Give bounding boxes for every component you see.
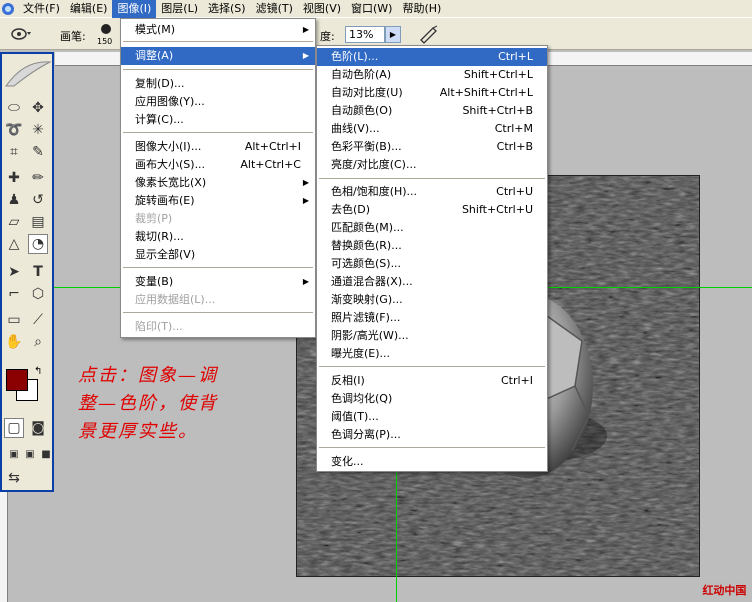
menu-item-equalize[interactable]: 色调均化(Q)	[317, 390, 547, 408]
image-menu: 模式(M) ▶ 调整(A) ▶ 复制(D)... 应用图像(Y)... 计算(C).…	[120, 18, 316, 338]
foreground-color-swatch[interactable]	[6, 369, 28, 391]
menu-item-adjustments[interactable]: 调整(A) ▶	[121, 47, 315, 65]
menu-item-calculations[interactable]: 计算(C)...	[121, 111, 315, 129]
jump-to-imageready-icon[interactable]: ⇆	[4, 468, 24, 488]
lasso-tool-icon[interactable]: ➰	[4, 120, 24, 140]
menu-item-threshold[interactable]: 阈值(T)...	[317, 408, 547, 426]
menu-item-reveal-all[interactable]: 显示全部(V)	[121, 246, 315, 264]
menu-item-trim[interactable]: 裁切(R)...	[121, 228, 315, 246]
adjustments-submenu: 色阶(L)... Ctrl+L 自动色阶(A) Shift+Ctrl+L 自动对比度…	[316, 45, 548, 472]
standard-mode-icon[interactable]: ▢	[4, 418, 24, 438]
menu-select[interactable]: 选择(S)	[203, 0, 251, 18]
healing-brush-icon[interactable]: ✚	[4, 168, 24, 188]
menu-item-apply-image[interactable]: 应用图像(Y)...	[121, 93, 315, 111]
menu-item-image-size[interactable]: 图像大小(I)... Alt+Ctrl+I	[121, 138, 315, 156]
menu-item-variations[interactable]: 变化...	[317, 453, 547, 471]
zoom-tool-icon[interactable]: ⌕	[28, 332, 48, 352]
annotation-line-1: 点击：图象—调	[78, 365, 218, 386]
hand-tool-icon[interactable]: ✋	[4, 332, 24, 352]
menu-item-photo-filter[interactable]: 照片滤镜(F)...	[317, 309, 547, 327]
menu-item-pixel-aspect-ratio[interactable]: 像素长宽比(X) ▶	[121, 174, 315, 192]
path-selection-icon[interactable]: ➤	[4, 262, 24, 282]
eyedropper-icon[interactable]: ⟋	[28, 310, 48, 330]
menu-item-duplicate[interactable]: 复制(D)...	[121, 75, 315, 93]
menu-edit[interactable]: 编辑(E)	[65, 0, 113, 18]
menu-item-desaturate[interactable]: 去色(D) Shift+Ctrl+U	[317, 201, 547, 219]
toolbox: ⬭ ✥ ➰ ✳ ⌗ ✎ ✚ ✏ ♟ ↺ ▱ ▤ △ ◔ ➤ T ⌐ ⬡ ▭ ⟋ …	[0, 52, 54, 492]
brush-label: 画笔:	[60, 30, 86, 43]
menu-item-curves[interactable]: 曲线(V)... Ctrl+M	[317, 120, 547, 138]
menu-item-match-color[interactable]: 匹配颜色(M)...	[317, 219, 547, 237]
exposure-field[interactable]: 13%	[345, 26, 385, 43]
watermark-name: 红动中国	[702, 584, 747, 597]
menu-item-posterize[interactable]: 色调分离(P)...	[317, 426, 547, 444]
menu-item-trap: 陷印(T)...	[135, 320, 183, 333]
menu-item-shadow-highlight[interactable]: 阴影/高光(W)...	[317, 327, 547, 345]
watermark: redocn.com 红动中国	[701, 573, 748, 598]
menu-item-crop: 裁剪(P)	[135, 212, 173, 225]
instruction-annotation: 点击：图象—调 整—色阶，使背 景更厚实些。	[78, 362, 258, 446]
menu-filter[interactable]: 滤镜(T)	[251, 0, 298, 18]
watermark-site: redocn.com	[700, 573, 748, 582]
quick-mask-icon[interactable]: ◙	[28, 418, 48, 438]
annotation-line-2: 整—色阶，使背	[78, 393, 218, 414]
crop-tool-icon[interactable]: ⌗	[4, 142, 24, 162]
menu-item-invert[interactable]: 反相(I) Ctrl+I	[317, 372, 547, 390]
menu-item-auto-levels[interactable]: 自动色阶(A) Shift+Ctrl+L	[317, 66, 547, 84]
menu-item-mode[interactable]: 模式(M) ▶	[121, 21, 315, 39]
menu-item-apply-data-set: 应用数据组(L)...	[135, 293, 216, 306]
menu-item-brightness-contrast[interactable]: 亮度/对比度(C)...	[317, 156, 547, 174]
brush-preview-icon[interactable]	[94, 22, 118, 36]
menu-item-auto-contrast[interactable]: 自动对比度(U) Alt+Shift+Ctrl+L	[317, 84, 547, 102]
exposure-dropdown-button[interactable]: ▶	[385, 26, 401, 43]
menu-bar: 文件(F) 编辑(E) 图像(I) 图层(L) 选择(S) 滤镜(T) 视图(V…	[0, 0, 752, 18]
brush-size: 150	[97, 37, 113, 46]
menu-item-gradient-map[interactable]: 渐变映射(G)...	[317, 291, 547, 309]
menu-item-rotate-canvas[interactable]: 旋转画布(E) ▶	[121, 192, 315, 210]
history-brush-icon[interactable]: ↺	[28, 190, 48, 210]
menu-image[interactable]: 图像(I)	[112, 0, 157, 18]
feather-icon	[5, 61, 52, 87]
menu-layer[interactable]: 图层(L)	[156, 0, 203, 18]
menu-item-exposure[interactable]: 曝光度(E)...	[317, 345, 547, 363]
blur-tool-icon[interactable]: △	[4, 234, 24, 254]
move-tool-icon[interactable]: ✥	[28, 98, 48, 118]
menu-item-channel-mixer[interactable]: 通道混合器(X)...	[317, 273, 547, 291]
magic-wand-icon[interactable]: ✳	[28, 120, 48, 140]
menu-file[interactable]: 文件(F)	[18, 0, 65, 18]
type-tool-icon[interactable]: T	[28, 262, 48, 282]
marquee-tool-icon[interactable]: ⬭	[4, 98, 24, 118]
swap-colors-icon[interactable]: ↰	[34, 366, 42, 377]
pen-tool-icon[interactable]: ⌐	[4, 284, 24, 304]
photoshop-app-icon	[2, 2, 14, 15]
slice-tool-icon[interactable]: ✎	[28, 142, 48, 162]
annotation-line-3: 景更厚实些。	[78, 421, 198, 442]
exposure-label: 度:	[320, 30, 335, 43]
menu-item-levels[interactable]: 色阶(L)... Ctrl+L	[317, 48, 547, 66]
shape-tool-icon[interactable]: ⬡	[28, 284, 48, 304]
menu-item-selective-color[interactable]: 可选颜色(S)...	[317, 255, 547, 273]
brush-tool-icon[interactable]: ✏	[28, 168, 48, 188]
clone-stamp-icon[interactable]: ♟	[4, 190, 24, 210]
menu-help[interactable]: 帮助(H)	[397, 0, 446, 18]
menu-item-auto-color[interactable]: 自动颜色(O) Shift+Ctrl+B	[317, 102, 547, 120]
airbrush-icon[interactable]	[418, 24, 440, 44]
burn-tool-icon[interactable]: ◔	[28, 234, 48, 254]
menu-window[interactable]: 窗口(W)	[346, 0, 397, 18]
menu-view[interactable]: 视图(V)	[298, 0, 346, 18]
burn-tool-preset-icon[interactable]	[10, 26, 32, 42]
notes-tool-icon[interactable]: ▭	[4, 310, 24, 330]
gradient-tool-icon[interactable]: ▤	[28, 212, 48, 232]
menu-item-color-balance[interactable]: 色彩平衡(B)... Ctrl+B	[317, 138, 547, 156]
menu-item-variables[interactable]: 变量(B) ▶	[121, 273, 315, 291]
menu-item-canvas-size[interactable]: 画布大小(S)... Alt+Ctrl+C	[121, 156, 315, 174]
menu-item-replace-color[interactable]: 替换颜色(R)...	[317, 237, 547, 255]
screen-mode-full-icon[interactable]: ■	[36, 444, 56, 464]
menu-item-hue-saturation[interactable]: 色相/饱和度(H)... Ctrl+U	[317, 183, 547, 201]
eraser-tool-icon[interactable]: ▱	[4, 212, 24, 232]
